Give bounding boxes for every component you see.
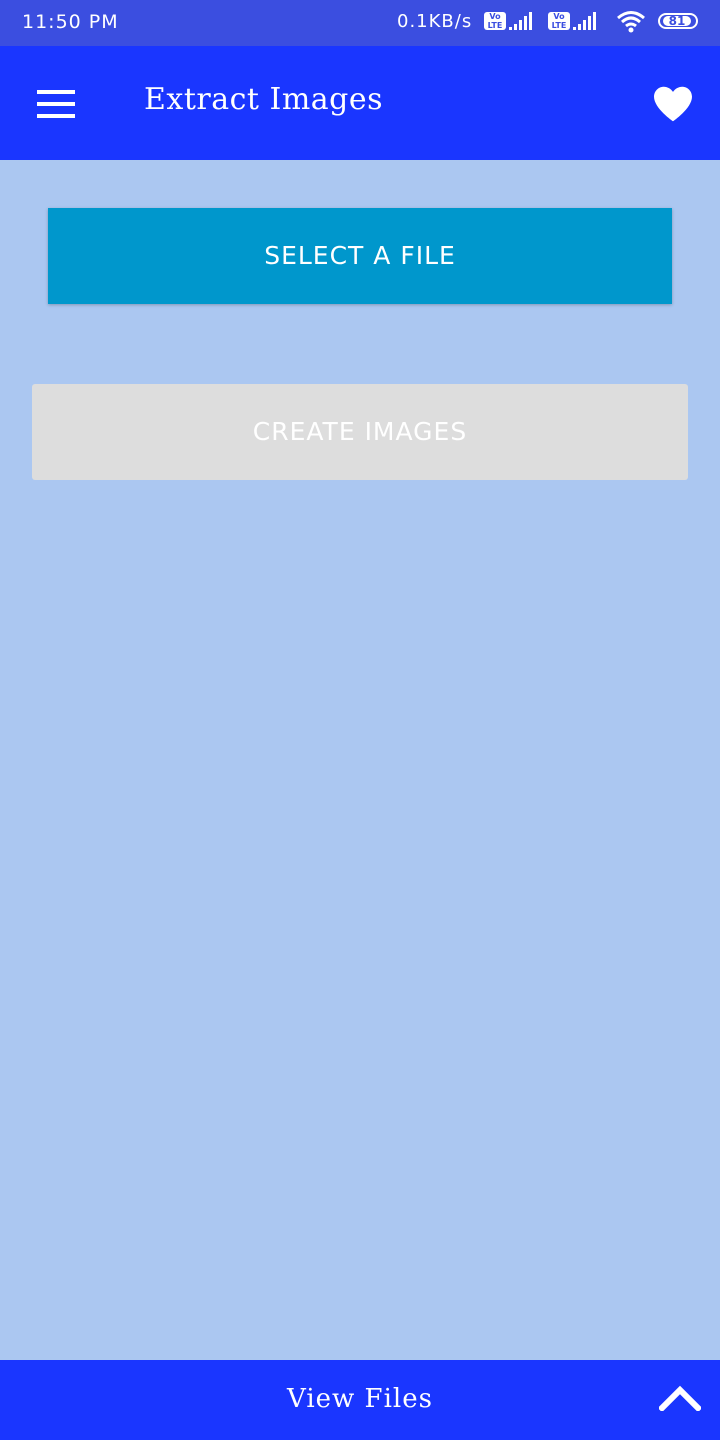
heart-icon[interactable] xyxy=(652,85,694,123)
page-title: Extract Images xyxy=(144,82,384,117)
select-file-button[interactable]: SELECT A FILE xyxy=(48,208,672,304)
create-images-button[interactable]: CREATE IMAGES xyxy=(32,384,688,480)
volte-icon: Vo LTE xyxy=(484,12,506,30)
network-speed: 0.1KB/s xyxy=(397,11,473,32)
battery-icon: 81 xyxy=(658,13,698,29)
wifi-icon xyxy=(617,11,645,33)
battery-level: 81 xyxy=(663,15,691,27)
chevron-up-icon[interactable] xyxy=(659,1385,701,1411)
app-bar: Extract Images xyxy=(0,46,720,160)
status-time: 11:50 PM xyxy=(22,11,119,33)
view-files-label: View Files xyxy=(287,1384,433,1414)
signal-icon-2 xyxy=(573,12,596,30)
bottom-sheet-bar[interactable]: View Files xyxy=(0,1360,720,1440)
status-bar: 11:50 PM 0.1KB/s Vo LTE Vo LTE 81 xyxy=(0,0,720,46)
volte-icon-2: Vo LTE xyxy=(548,12,570,30)
signal-icon xyxy=(509,12,532,30)
hamburger-menu-icon[interactable] xyxy=(37,90,75,118)
